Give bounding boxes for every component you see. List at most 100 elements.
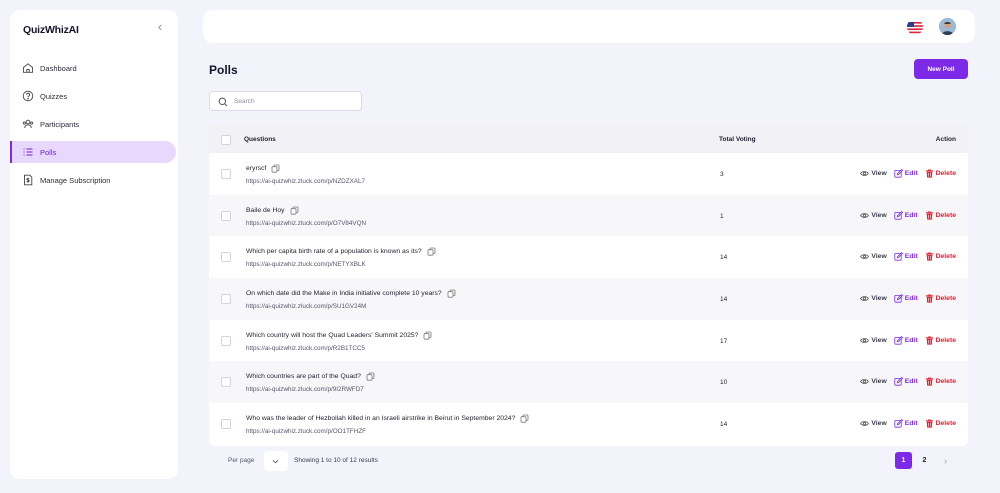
delete-button[interactable]: Delete bbox=[925, 377, 956, 387]
edit-label: Edit bbox=[904, 378, 918, 386]
poll-question-text: Baile de Hoy bbox=[246, 206, 285, 214]
copy-icon[interactable] bbox=[520, 414, 529, 423]
edit-button[interactable]: Edit bbox=[894, 377, 918, 387]
poll-url[interactable]: https://ai-quizwhiz.zluck.com/p/O7V84VQN bbox=[246, 220, 366, 227]
edit-button[interactable]: Edit bbox=[894, 210, 918, 220]
poll-question-text: eryrscf bbox=[246, 165, 267, 172]
us-flag-icon[interactable] bbox=[907, 19, 923, 35]
sidebar: QuizWhizAI ‹ Dashboard Quizzes Participa… bbox=[10, 10, 178, 479]
view-button[interactable]: View bbox=[860, 211, 887, 220]
copy-icon[interactable] bbox=[271, 164, 280, 173]
poll-question-text: Which countries are part of the Quad? bbox=[246, 373, 361, 381]
table-row: Which per capita birth rate of a populat… bbox=[209, 236, 968, 278]
page-1-button[interactable]: 1 bbox=[895, 452, 912, 469]
sidebar-item-label: Quizzes bbox=[40, 91, 68, 101]
delete-button[interactable]: Delete bbox=[925, 336, 956, 345]
users-icon bbox=[22, 119, 34, 129]
user-avatar[interactable] bbox=[939, 18, 956, 35]
copy-icon[interactable] bbox=[427, 247, 436, 256]
row-checkbox[interactable] bbox=[221, 419, 231, 430]
search-input[interactable] bbox=[234, 95, 356, 108]
sidebar-item-participants[interactable]: Participants bbox=[10, 113, 178, 135]
delete-button[interactable]: Delete bbox=[925, 169, 956, 178]
new-poll-button[interactable]: New Poll bbox=[914, 59, 968, 79]
view-button[interactable]: View bbox=[860, 252, 887, 261]
row-actions: View Edit Delete bbox=[860, 419, 956, 428]
edit-button[interactable]: Edit bbox=[894, 335, 918, 345]
copy-icon[interactable] bbox=[423, 331, 432, 340]
poll-url[interactable]: https://ai-quizwhiz.zluck.com/p/NZDZXAL7 bbox=[246, 178, 365, 185]
delete-button[interactable]: Delete bbox=[925, 294, 956, 303]
row-checkbox[interactable] bbox=[221, 210, 231, 221]
copy-icon[interactable] bbox=[447, 289, 456, 298]
next-page-icon[interactable]: › bbox=[937, 452, 954, 469]
poll-url[interactable]: https://ai-quizwhiz.zluck.com/p/R2B1TCC5 bbox=[246, 345, 365, 352]
row-checkbox[interactable] bbox=[221, 294, 231, 305]
sidebar-nav: Dashboard Quizzes Participants Polls Man… bbox=[10, 57, 178, 197]
row-checkbox[interactable] bbox=[221, 377, 231, 388]
edit-icon bbox=[894, 419, 903, 428]
trash-icon bbox=[925, 336, 933, 345]
row-checkbox[interactable] bbox=[221, 335, 231, 346]
dollar-doc-icon bbox=[24, 174, 33, 186]
row-actions: View Edit Delete bbox=[860, 335, 956, 345]
select-all-checkbox[interactable] bbox=[221, 135, 231, 145]
row-checkbox[interactable] bbox=[221, 169, 231, 179]
delete-button[interactable]: Delete bbox=[925, 419, 956, 428]
delete-button[interactable]: Delete bbox=[925, 211, 956, 220]
poll-url[interactable]: https://ai-quizwhiz.zluck.com/p/SU1GV24M bbox=[246, 303, 366, 310]
sidebar-item-polls[interactable]: Polls bbox=[10, 141, 176, 163]
poll-question: Which country will host the Quad Leaders… bbox=[246, 331, 432, 340]
edit-button[interactable]: Edit bbox=[894, 419, 918, 428]
edit-icon bbox=[894, 294, 903, 303]
edit-label: Edit bbox=[904, 211, 918, 219]
poll-question: Baile de Hoy bbox=[246, 206, 299, 215]
edit-icon bbox=[894, 335, 903, 345]
column-header-action: Action bbox=[935, 136, 956, 143]
edit-button[interactable]: Edit bbox=[894, 169, 918, 178]
copy-icon[interactable] bbox=[366, 372, 375, 382]
table-row: Which country will host the Quad Leaders… bbox=[209, 320, 968, 362]
edit-icon bbox=[894, 377, 903, 387]
app-logo[interactable]: QuizWhizAI bbox=[23, 24, 79, 36]
search-box bbox=[209, 91, 362, 111]
edit-icon bbox=[894, 252, 903, 261]
per-page-select[interactable] bbox=[264, 451, 288, 471]
poll-question: eryrscf bbox=[246, 164, 280, 173]
table-row: On which date did the Make in India init… bbox=[209, 278, 968, 320]
trash-icon bbox=[925, 294, 933, 303]
table-footer: Per page Showing 1 to 10 of 12 results 1… bbox=[209, 450, 968, 472]
poll-url[interactable]: https://ai-quizwhiz.zluck.com/p/9I2RWFD7 bbox=[246, 386, 364, 393]
total-voting: 14 bbox=[720, 421, 728, 429]
edit-button[interactable]: Edit bbox=[894, 252, 918, 261]
trash-icon bbox=[925, 169, 933, 178]
poll-url[interactable]: https://ai-quizwhiz.zluck.com/p/OO1TFHZF bbox=[246, 428, 366, 435]
sidebar-item-quizzes[interactable]: Quizzes bbox=[10, 85, 178, 107]
delete-button[interactable]: Delete bbox=[925, 252, 956, 261]
poll-question: Which countries are part of the Quad? bbox=[246, 372, 375, 382]
list-icon bbox=[23, 148, 33, 156]
total-voting: 14 bbox=[720, 254, 728, 262]
view-button[interactable]: View bbox=[860, 336, 887, 345]
edit-label: Edit bbox=[904, 336, 918, 344]
collapse-sidebar-icon[interactable]: ‹ bbox=[153, 20, 167, 34]
poll-url[interactable]: https://ai-quizwhiz.zluck.com/p/NETYXBLK bbox=[246, 261, 366, 268]
table-row: eryrscf https://ai-quizwhiz.zluck.com/p/… bbox=[209, 153, 968, 195]
sidebar-item-dashboard[interactable]: Dashboard bbox=[10, 57, 178, 79]
edit-button[interactable]: Edit bbox=[894, 294, 918, 303]
delete-label: Delete bbox=[935, 336, 956, 344]
delete-label: Delete bbox=[935, 378, 956, 386]
view-button[interactable]: View bbox=[860, 169, 887, 178]
view-button[interactable]: View bbox=[860, 419, 887, 428]
table-body: eryrscf https://ai-quizwhiz.zluck.com/p/… bbox=[209, 153, 968, 445]
row-checkbox[interactable] bbox=[221, 252, 231, 263]
view-button[interactable]: View bbox=[860, 377, 887, 386]
chevron-down-icon bbox=[272, 459, 279, 464]
row-actions: View Edit Delete bbox=[860, 252, 956, 261]
page-2-button[interactable]: 2 bbox=[916, 452, 933, 469]
polls-table: Questions Total Voting Action eryrscf ht… bbox=[209, 124, 968, 446]
view-button[interactable]: View bbox=[860, 294, 887, 303]
sidebar-item-manage-subscription[interactable]: Manage Subscription bbox=[10, 169, 178, 191]
edit-label: Edit bbox=[904, 420, 918, 428]
copy-icon[interactable] bbox=[290, 206, 299, 215]
